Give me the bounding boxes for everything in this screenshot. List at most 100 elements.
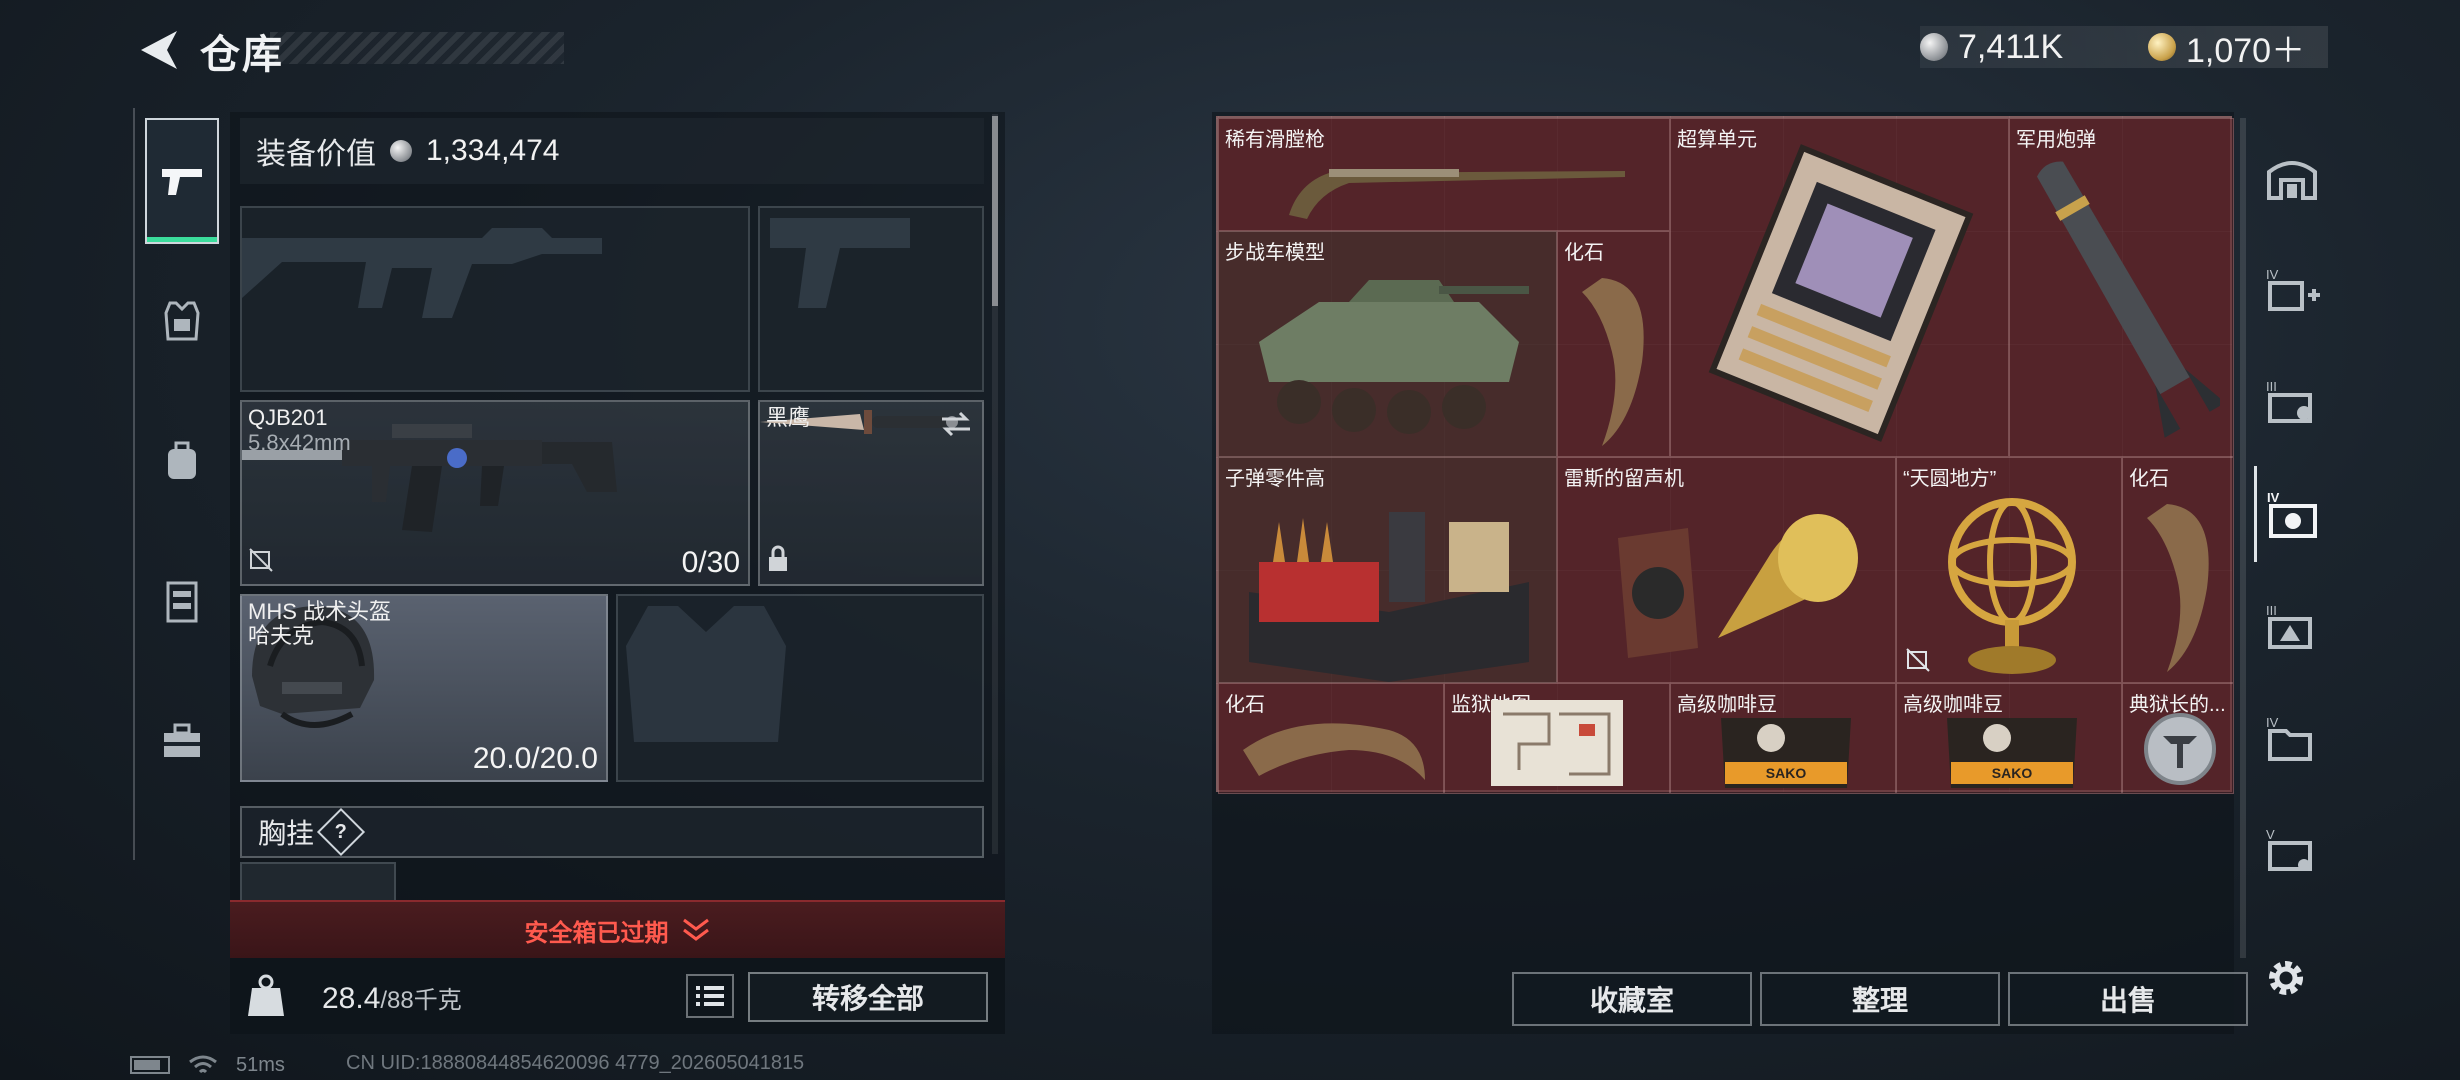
add-storage-icon: IV (2266, 267, 2320, 311)
list-icon (696, 986, 724, 1006)
helmet-durability: 20.0/20.0 (472, 742, 598, 775)
storage-item[interactable]: 典狱长的... (2122, 683, 2234, 794)
toolbox-icon (164, 723, 200, 757)
silver-coin-icon (1920, 33, 1948, 61)
primary-weapon-slot-empty[interactable] (240, 206, 750, 392)
armor-slot-empty[interactable] (616, 594, 984, 782)
rifle-silhouette-icon (242, 228, 602, 318)
armillary-sphere-icon (1948, 498, 2076, 674)
carry-weight-cap: /88千克 (380, 987, 462, 1014)
tab-toolbox[interactable] (145, 678, 219, 804)
musket-icon (1289, 169, 1625, 219)
gramophone-icon (1618, 514, 1858, 658)
tab-storage-5[interactable]: III (2254, 578, 2330, 674)
svg-text:III: III (2266, 379, 2277, 394)
fossil-claw-icon (1243, 723, 1425, 780)
back-button[interactable] (130, 22, 190, 78)
tab-storage-overview[interactable] (2254, 130, 2330, 226)
tab-storage-7[interactable]: V (2254, 802, 2330, 898)
coffee-bean-bag-icon: SAKO (1947, 718, 2077, 788)
help-icon[interactable]: ? (316, 807, 366, 857)
storage-item[interactable]: 监狱地图... (1444, 683, 1670, 794)
settings-button[interactable] (2254, 946, 2318, 1010)
svg-text:IV: IV (2267, 490, 2280, 505)
tab-storage-expand[interactable]: IV (2254, 242, 2330, 338)
storage-item[interactable]: 化石 (1557, 231, 1670, 457)
storage-item[interactable]: 高级咖啡豆 SAKO (1896, 683, 2122, 794)
swap-icon[interactable] (940, 410, 972, 443)
tab-storage-4[interactable]: IV (2254, 466, 2330, 562)
weapon-name: QJB201 (248, 405, 328, 430)
helmet-brand: 哈夫克 (248, 623, 315, 648)
storage-item[interactable]: 高级咖啡豆 SAKO (1670, 683, 1896, 794)
storage-item[interactable]: 化石 (2122, 457, 2234, 683)
lock-icon (766, 545, 790, 578)
storage-item[interactable]: 稀有滑膛枪 (1218, 118, 1670, 231)
sell-button[interactable]: 出售 (2008, 972, 2248, 1026)
ping-value: 51ms (236, 1053, 285, 1076)
tab-backpack[interactable] (145, 398, 219, 524)
currency-silver[interactable]: 7,411K (1920, 24, 2063, 70)
backpack-icon (168, 441, 196, 479)
tab-armor[interactable] (145, 258, 219, 384)
warden-badge-icon (2144, 713, 2216, 785)
storage-box-active-icon: IV (2267, 490, 2317, 538)
storage-item[interactable]: 军用炮弹 (2009, 118, 2234, 457)
storage-item[interactable]: 超算单元 (1670, 118, 2009, 457)
svg-text:IV: IV (2266, 267, 2279, 282)
storage-page-tabs: IV III IV III IV V (2236, 112, 2330, 958)
left-category-tabs (133, 108, 227, 860)
no-insure-icon (248, 547, 274, 578)
primary-weapon-slot[interactable]: QJB201 5.8x42mm 0/30 (240, 400, 750, 586)
equipment-value-bar: 装备价值 1,334,474 (240, 118, 984, 184)
title-stripe-decoration (270, 32, 564, 64)
currency-gold[interactable]: 1,070＋ (2148, 24, 2305, 70)
carry-weight-value: 28.4 (322, 982, 381, 1015)
chest-rig-label: 胸挂 (258, 818, 315, 849)
storage-item[interactable]: 子弹零件高 (1218, 457, 1557, 683)
status-bar: 51ms (130, 1052, 285, 1078)
storage-item[interactable]: 化石 (1218, 683, 1444, 794)
pistol-icon (162, 169, 202, 195)
chest-rig-slot[interactable] (240, 862, 396, 902)
pistol-silhouette-icon (770, 218, 910, 308)
loadout-scrollbar-thumb[interactable] (992, 116, 998, 306)
transfer-all-button[interactable]: 转移全部 (748, 972, 988, 1022)
artillery-shell-icon (2037, 161, 2220, 438)
gear-icon (2269, 961, 2303, 995)
coffee-brand-label: SAKO (1766, 765, 1807, 781)
tab-storage-6[interactable]: IV (2254, 690, 2330, 786)
svg-text:V: V (2266, 827, 2275, 842)
user-uid: CN UID:18880844854620096 4779_2026050418… (346, 1052, 805, 1074)
currency-silver-value: 7,411K (1958, 27, 2064, 66)
tab-chest-rig[interactable] (145, 538, 219, 664)
rig-icon (166, 581, 198, 623)
battery-icon (130, 1056, 170, 1074)
list-view-button[interactable] (686, 974, 734, 1018)
vest-icon (164, 301, 200, 341)
melee-slot[interactable]: 黑鹰 (758, 400, 984, 586)
svg-text:III: III (2266, 603, 2277, 618)
tab-storage-3[interactable]: III (2254, 354, 2330, 450)
page-title: 仓库 (200, 33, 284, 77)
tab-weapons[interactable] (145, 118, 219, 244)
currency-gold-value: 1,070＋ (2186, 31, 2306, 70)
helmet-slot[interactable]: MHS 战术头盔 哈夫克 20.0/20.0 (240, 594, 608, 782)
coffee-bean-bag-icon: SAKO (1721, 718, 1851, 788)
svg-text:IV: IV (2266, 715, 2279, 730)
coffee-brand-label: SAKO (1992, 765, 2033, 781)
storage-item[interactable]: 步战车模型 (1218, 231, 1557, 457)
equipment-value-label: 装备价值 (256, 138, 376, 171)
chest-rig-header[interactable]: 胸挂 ? (240, 806, 984, 858)
safe-box-expired-text: 安全箱已过期 (524, 919, 669, 947)
pistol-slot-empty[interactable] (758, 206, 984, 392)
storage-item[interactable]: 雷斯的留声机 (1557, 457, 1896, 683)
ammo-parts-crate-icon (1249, 512, 1529, 682)
prison-map-icon (1491, 700, 1623, 786)
safe-box-expired-banner[interactable]: 安全箱已过期 (230, 900, 1005, 958)
sort-button[interactable]: 整理 (1760, 972, 2000, 1026)
supercomputer-unit-icon (1708, 144, 1974, 442)
storage-item[interactable]: “天圆地方” (1896, 457, 2122, 683)
collection-room-button[interactable]: 收藏室 (1512, 972, 1752, 1026)
fossil-claw-icon (2147, 504, 2209, 672)
